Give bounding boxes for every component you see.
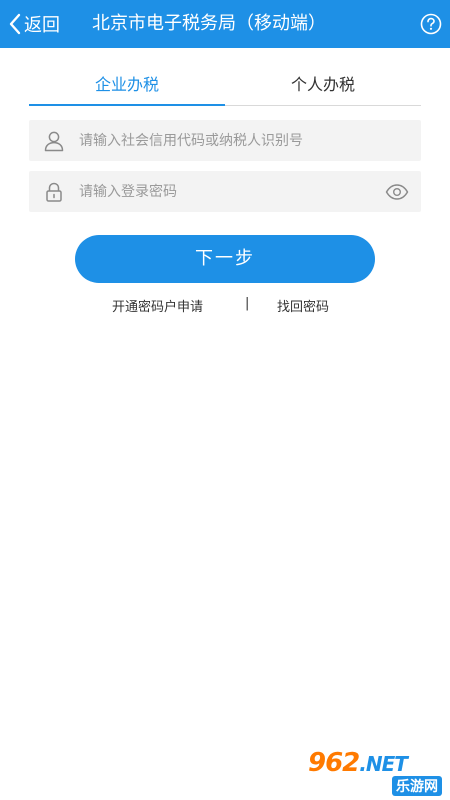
site-watermark: 962.NET 乐游网 bbox=[308, 748, 444, 796]
watermark-logo: 962.NET bbox=[308, 748, 408, 778]
eye-icon[interactable] bbox=[385, 183, 409, 201]
account-links: 开通密码户申请 | 找回密码 bbox=[0, 296, 450, 316]
link-separator: | bbox=[245, 296, 250, 311]
user-icon bbox=[44, 131, 64, 151]
app-header: 返回 北京市电子税务局（移动端） bbox=[0, 0, 450, 48]
tab-personal[interactable]: 个人办税 bbox=[225, 70, 421, 106]
recover-password-link[interactable]: 找回密码 bbox=[277, 296, 329, 315]
lock-icon bbox=[46, 182, 62, 202]
watermark-sub: 乐游网 bbox=[392, 776, 442, 796]
tab-enterprise[interactable]: 企业办税 bbox=[29, 70, 225, 106]
watermark-number: 962 bbox=[308, 748, 360, 778]
watermark-net: .NET bbox=[359, 752, 408, 776]
password-field bbox=[29, 171, 421, 212]
page-title: 北京市电子税务局（移动端） bbox=[92, 13, 326, 34]
question-circle-icon[interactable] bbox=[420, 13, 442, 35]
login-type-tabs: 企业办税 个人办税 bbox=[29, 70, 421, 106]
chevron-left-icon bbox=[9, 13, 21, 35]
tax-id-input[interactable] bbox=[79, 120, 421, 161]
next-step-button[interactable]: 下一步 bbox=[75, 235, 375, 283]
back-label: 返回 bbox=[24, 15, 60, 36]
password-input[interactable] bbox=[79, 171, 385, 212]
back-button[interactable]: 返回 bbox=[8, 0, 60, 48]
open-password-account-link[interactable]: 开通密码户申请 bbox=[112, 296, 203, 315]
tax-id-field bbox=[29, 120, 421, 161]
